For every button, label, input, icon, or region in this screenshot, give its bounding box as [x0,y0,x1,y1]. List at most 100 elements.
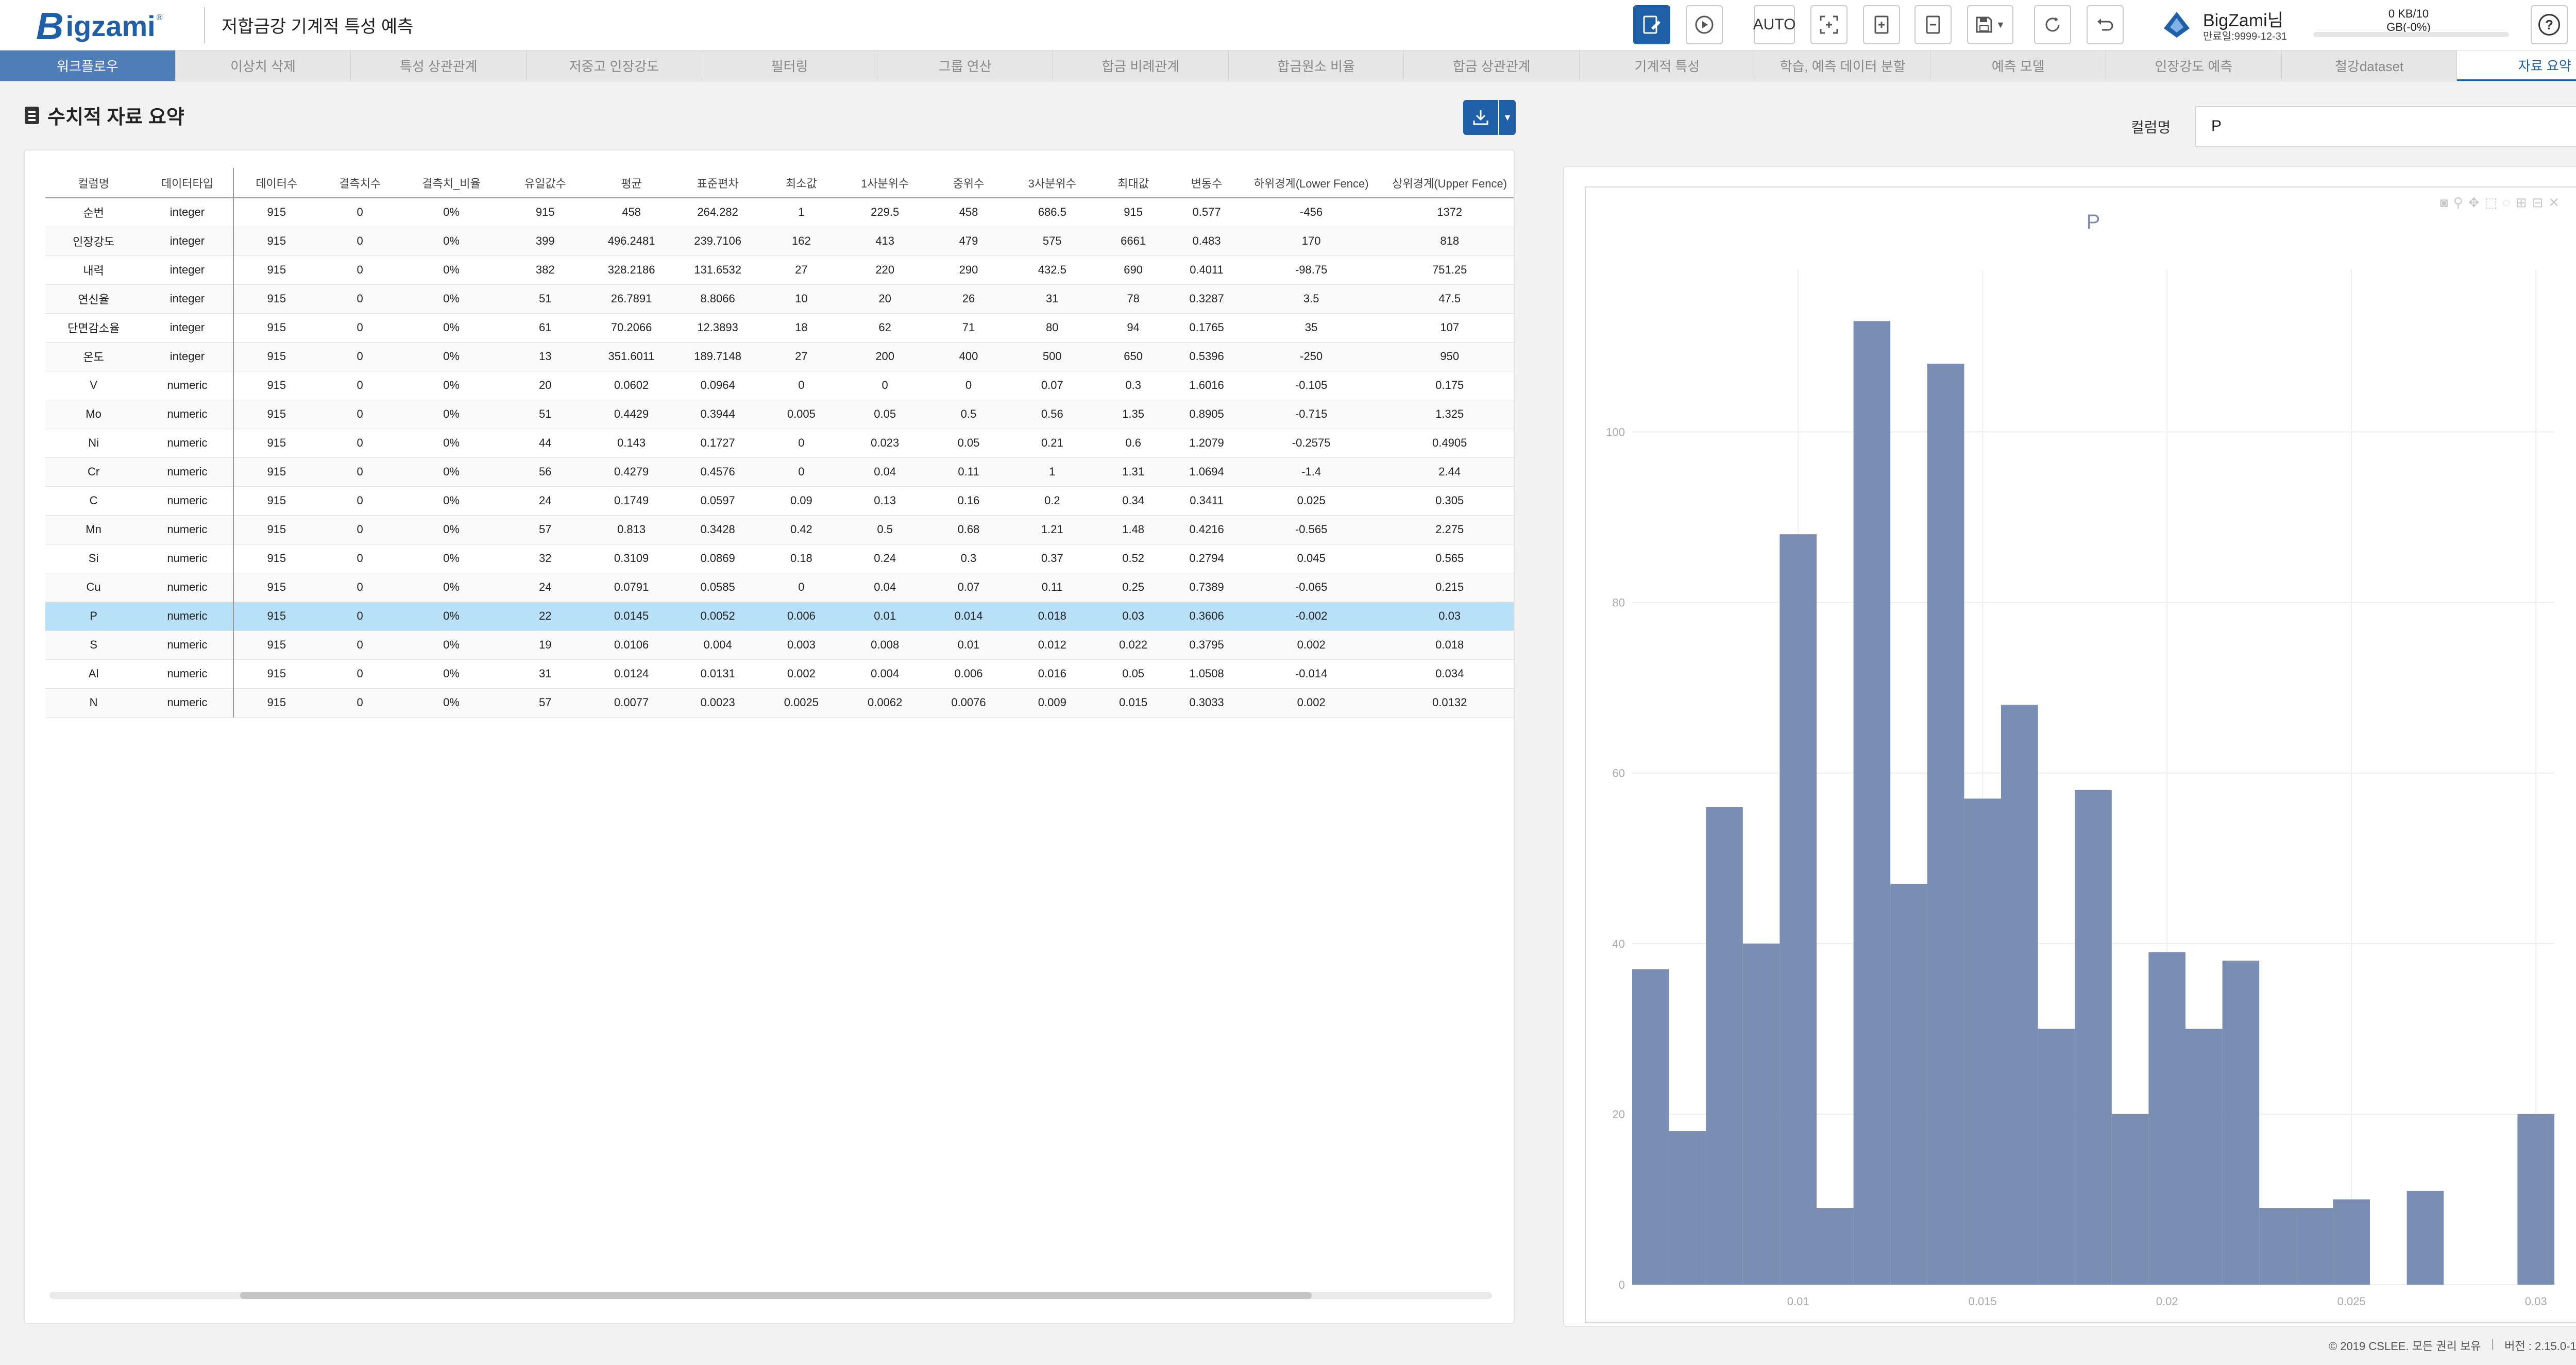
table-row[interactable]: 내력 integer 915 0 0% 382 328.2186 131.6532 27 220 2… [45,255,1514,285]
undo-button[interactable] [2087,5,2124,44]
table-header-cell[interactable]: 유일값수 [502,168,588,198]
camera-icon[interactable]: ◙ [2440,195,2448,211]
table-row[interactable]: Snumeric 915 0 0% 19 0.0106 0.004 0.003 0.008 0.0… [45,630,1514,660]
tab-data-summary[interactable]: 자료 요약 ✕ [2457,50,2576,81]
auto-button[interactable]: AUTO [1753,5,1795,44]
histogram-bar[interactable] [2222,960,2260,1285]
tab-group-operation[interactable]: 그룹 연산 [877,50,1054,81]
table-row[interactable]: Pnumeric 915 0 0% 22 0.0145 0.0052 0.006 0.01 0.0… [45,602,1514,631]
paste-button[interactable] [1914,5,1952,44]
column-select[interactable]: P ⌄ [2195,106,2576,147]
table-header-cell[interactable]: 표준편차 [674,168,761,198]
table-row[interactable]: 연신율 integer 915 0 0% 51 26.7891 8.8066 10 20 26 31 7… [45,284,1514,314]
tab-alloy-element-ratio[interactable]: 합금원소 비율 [1229,50,1404,81]
histogram-bar[interactable] [1817,1208,1854,1285]
user-avatar-icon[interactable] [2159,5,2195,44]
table-row[interactable]: Mn numeric 915 0 0% 57 0.813 0.3428 0.42 0.5 0.68 1… [45,515,1514,544]
table-header-cell[interactable]: 데이터타입 [142,168,234,198]
histogram-bar[interactable] [2185,1029,2223,1285]
table-row[interactable]: 순번 integer 915 0 0% 915 458 264.282 1 229.5 458 686… [45,198,1514,227]
table-header-cell[interactable]: 중위수 [928,168,1009,198]
table-row[interactable]: 인장강도 integer 915 0 0% 399 496.2481 239.7106 162 4… [45,227,1514,256]
tab-prediction-model[interactable]: 예측 모델 [1930,50,2107,81]
reset-icon[interactable]: ✕ [2548,195,2560,211]
table-header-cell[interactable]: 3사분위수 [1009,168,1096,198]
save-button[interactable]: ▼ [1967,5,2013,44]
histogram-bar[interactable] [2001,705,2038,1285]
help-button[interactable]: ? [2531,5,2568,44]
refresh-button[interactable] [2034,5,2071,44]
download-options-button[interactable]: ▼ [1499,100,1516,135]
histogram-bar[interactable] [2148,952,2185,1285]
fit-button[interactable] [1810,5,1848,44]
table-header-cell[interactable]: 결측치수 [319,168,401,198]
table-row[interactable]: 단면감소율 integer 915 0 0% 61 70.2066 12.3893 18 62 71… [45,313,1514,343]
tab-filtering[interactable]: 필터링 [702,50,878,81]
table-header-cell[interactable]: 결측치_비율 [400,168,502,198]
table-cell: 94 [1095,313,1172,343]
histogram-bar[interactable] [2517,1114,2554,1285]
pan-icon[interactable]: ✥ [2468,195,2480,211]
table-header-cell[interactable]: 하위경계(Lower Fence) [1242,168,1381,198]
histogram-bar[interactable] [1706,807,1743,1285]
table-row[interactable]: Cnumeric 915 0 0% 24 0.1749 0.0597 0.09 0.13 0.16… [45,486,1514,516]
histogram-bar[interactable] [2406,1190,2444,1285]
table-row[interactable]: 온도 integer 915 0 0% 13 351.6011 189.7148 27 200 40… [45,342,1514,371]
table-cell: Mo [45,400,142,429]
histogram-bar[interactable] [1927,364,1964,1285]
histogram-bar[interactable] [2111,1114,2149,1285]
select-icon[interactable]: ⬚ [2485,195,2498,211]
table-row[interactable]: Si numeric 915 0 0% 32 0.3109 0.0869 0.18 0.24 0.3… [45,544,1514,573]
tab-tensile-prediction[interactable]: 인장강도 예측 [2106,50,2282,81]
table-row[interactable]: Cr numeric 915 0 0% 56 0.4279 0.4576 0 0.04 0.11 1 1… [45,457,1514,487]
tab-mechanical-properties[interactable]: 기계적 특성 [1580,50,1755,81]
zoom-out-icon[interactable]: ⊟ [2532,195,2543,211]
tab-alloy-correlation[interactable]: 합금 상관관계 [1404,50,1580,81]
horizontal-scrollbar-thumb[interactable] [240,1292,1312,1299]
table-header-cell[interactable]: 상위경계(Upper Fence) [1380,168,1514,198]
download-button[interactable] [1463,100,1498,135]
table-header-cell[interactable]: 최대값 [1095,168,1172,198]
table-header-cell[interactable]: 데이터수 [233,168,319,198]
table-header-cell[interactable]: 최소값 [760,168,842,198]
table-row[interactable]: Al numeric 915 0 0% 31 0.0124 0.0131 0.002 0.004 0… [45,659,1514,689]
histogram-bar[interactable] [2038,1029,2075,1285]
histogram-bar[interactable] [1632,969,1669,1285]
tab-steel-dataset[interactable]: 철강dataset [2282,50,2458,81]
tab-train-test-split[interactable]: 학습, 예측 데이터 분할 [1755,50,1931,81]
tab-outlier-removal[interactable]: 이상치 삭제 [176,50,351,81]
table-row[interactable]: Mo numeric 915 0 0% 51 0.4429 0.3944 0.005 0.05 0.… [45,400,1514,429]
table-row[interactable]: Vnumeric 915 0 0% 20 0.0602 0.0964 0 0 0 0.07 0.3 1.… [45,371,1514,400]
histogram-bar[interactable] [1890,883,1927,1285]
histogram-bar[interactable] [1669,1131,1706,1285]
histogram-bar[interactable] [2259,1208,2296,1285]
table-row[interactable]: Nnumeric 915 0 0% 57 0.0077 0.0023 0.0025 0.0062… [45,688,1514,718]
zoom-icon[interactable]: ⚲ [2453,195,2463,211]
summary-table-viewport[interactable]: 컬럼명 데이터타입 데이터수 결측치수 결측치_비율 유일값수 평균 표준편차 최소값 1사분위수… [45,168,1514,858]
table-header-cell[interactable]: 평균 [588,168,675,198]
histogram-bar[interactable] [1742,943,1780,1285]
table-row[interactable]: Cu numeric 915 0 0% 24 0.0791 0.0585 0 0.04 0.07 0.… [45,573,1514,602]
histogram-bar[interactable] [1964,798,2001,1285]
horizontal-scrollbar[interactable] [49,1292,1492,1299]
edit-button[interactable] [1633,5,1670,44]
histogram-bar[interactable] [2333,1199,2370,1285]
table-header-cell[interactable]: 컬럼명 [45,168,142,198]
table-header-cell[interactable]: 1사분위수 [841,168,928,198]
tab-workflow[interactable]: 워크플로우 [0,50,176,81]
run-button[interactable] [1686,5,1723,44]
copy-button[interactable] [1863,5,1900,44]
lasso-icon[interactable]: ◌ [2502,195,2510,211]
histogram-bar[interactable] [2296,1208,2333,1285]
tab-feature-correlation[interactable]: 특성 상관관계 [351,50,527,81]
histogram-bar[interactable] [1780,534,1817,1285]
zoom-in-icon[interactable]: ⊞ [2516,195,2527,211]
table-header-cell[interactable]: 변동수 [1171,168,1242,198]
histogram-bar[interactable] [1853,321,1891,1285]
tab-alloy-proportion[interactable]: 합금 비례관계 [1053,50,1229,81]
histogram-bar[interactable] [2075,790,2112,1285]
histogram-chart[interactable]: P 0 20 40 60 80 100 0.01 0.015 0.02 0.025 0.03 [1586,187,2576,1321]
tab-tensile-level[interactable]: 저중고 인장강도 [527,50,702,81]
table-row[interactable]: Ni numeric 915 0 0% 44 0.143 0.1727 0 0.023 0.05 0.… [45,429,1514,458]
app-logo[interactable]: B igzami ® [36,5,163,47]
